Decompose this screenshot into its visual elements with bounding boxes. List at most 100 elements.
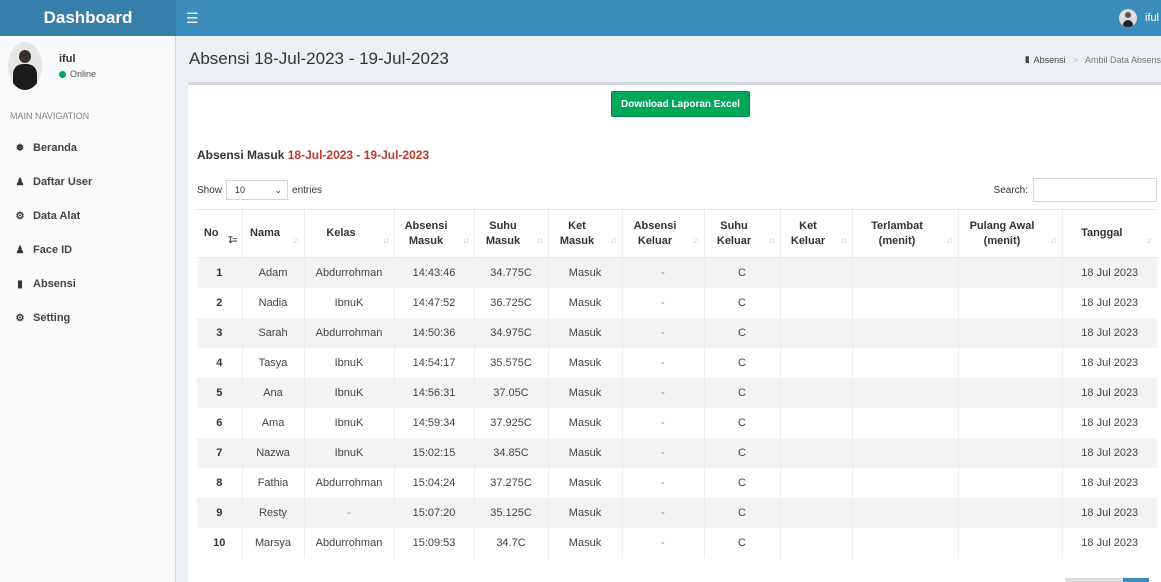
column-header-label: Masuk [559,234,595,247]
table-cell: Fathia [241,467,304,498]
table-cell [957,347,1062,378]
table-cell: 1 [197,257,242,288]
column-header[interactable]: Tanggal ↓↑ [1061,209,1157,258]
table-cell: 18 Jul 2023 [1061,257,1157,288]
status-text: Online [70,69,97,79]
sort-icon: ↓↑ [382,235,390,245]
entries-control: Show 10 ⌄ entries [197,180,322,200]
table-cell: Masuk [547,317,622,348]
table-cell: IbnuK [303,347,394,378]
table-cell [779,347,852,378]
table-cell [851,527,958,558]
page-title: Absensi 18-Jul-2023 - 19-Jul-2023 [189,49,449,68]
table-cell: Abdurrohman [303,317,394,348]
download-excel-button[interactable]: Download Laporan Excel [611,91,750,117]
nav-header: MAIN NAVIGATION [10,111,90,121]
table-cell: 18 Jul 2023 [1061,317,1157,348]
table-cell: Masuk [547,407,622,438]
pagination-current[interactable] [1123,578,1149,582]
table-cell: 35.125C [473,497,548,528]
table-cell: 14:43:46 [393,257,474,288]
column-header[interactable]: Absensi Keluar ↓↑ [621,209,704,258]
sidebar-item-daftar-user[interactable]: ♟ Daftar User [0,165,175,199]
table-cell: C [703,497,780,528]
table-cell [851,257,958,288]
sidebar-item-data-alat[interactable]: ⚙ Data Alat [0,199,175,233]
column-header[interactable]: Absensi Masuk ↓↑ [393,209,474,258]
search-control: Search: [994,178,1157,202]
table-row[interactable]: 4 Tasya IbnuK 14:54:17 35.575C Masuk - C 18 Jul … [197,347,1157,378]
breadcrumb-link[interactable]: Absensi [1034,55,1066,65]
sidebar-user-name: iful [59,53,76,65]
table-cell: 9 [197,497,242,528]
brand-logo[interactable]: Dashboard [0,0,176,36]
sidebar-item-setting[interactable]: ⚙ Setting [0,301,175,335]
avatar [8,42,42,90]
sidebar-item-label: Absensi [33,278,76,290]
sidebar-item-face-id[interactable]: ♟ Face ID [0,233,175,267]
table-cell: 6 [216,416,223,429]
column-header[interactable]: Ket Masuk ↓↑ [547,209,622,258]
content-box: Download Laporan Excel Absensi Masuk 18-… [188,82,1161,582]
column-header[interactable]: No ↧≡ [197,209,242,258]
pagination[interactable] [1065,578,1149,582]
column-header[interactable]: Terlambat (menit) ↓↑ [851,209,958,258]
table-cell: 18 Jul 2023 [1061,287,1157,318]
table-cell [957,437,1062,468]
table-cell [779,497,852,528]
hamburger-icon[interactable]: ☰ [186,10,199,27]
table-cell: 15:09:53 [393,527,474,558]
online-dot-icon [59,70,66,78]
column-header-label: Kelas [326,227,356,239]
table-row[interactable]: 5 Ana IbnuK 14:56:31 37.05C Masuk - C 18 Jul 202… [197,377,1157,408]
column-header[interactable]: Kelas ↓↑ [303,209,394,258]
table-cell: Tasya [241,347,304,378]
table-cell [851,407,958,438]
table-row[interactable]: 10 Marsya Abdurrohman 15:09:53 34.7C Masuk - C 1… [197,527,1157,558]
column-header[interactable]: Suhu Keluar ↓↑ [703,209,780,258]
column-header[interactable]: Pulang Awal (menit) ↓↑ [957,209,1062,258]
table-cell: IbnuK [303,287,394,318]
table-cell: - [621,437,704,468]
table-row[interactable]: 6 Ama IbnuK 14:59:34 37.925C Masuk - C 18 Jul 20… [197,407,1157,438]
table-cell: 18 Jul 2023 [1061,527,1157,558]
column-header[interactable]: Ket Keluar ↓↑ [779,209,852,258]
column-header-label: Masuk [485,234,521,247]
column-header-label: Masuk [408,234,444,247]
table-cell: Abdurrohman [303,527,394,558]
column-header-label: Keluar [790,234,826,247]
users-icon: ♟ [15,176,25,188]
search-input[interactable] [1033,178,1157,202]
table-cell: Masuk [547,347,622,378]
sort-icon: ↓↑ [946,235,954,245]
table-cell: 14:59:34 [393,407,474,438]
column-header[interactable]: Suhu Masuk ↓↑ [473,209,548,258]
table-row[interactable]: 2 Nadia IbnuK 14:47:52 36.725C Masuk - C 18 Jul … [197,287,1157,318]
table-cell: Masuk [547,257,622,288]
search-label: Search: [993,184,1028,196]
top-navbar: Dashboard ☰ iful [0,0,1161,36]
table-cell: C [703,257,780,288]
table-cell: 14:50:36 [393,317,474,348]
sidebar-item-beranda[interactable]: ❅ Beranda [0,131,175,165]
column-header-label: Absensi [404,219,448,232]
cogs-icon: ⚙ [15,210,25,222]
column-header-label: Nama [250,227,280,239]
table-row[interactable]: 7 Nazwa IbnuK 15:02:15 34.85C Masuk - C 18 Jul 2… [197,437,1157,468]
section-title-range: 18-Jul-2023 - 19-Jul-2023 [287,148,430,162]
table-cell: Marsya [241,527,304,558]
entries-select[interactable]: 10 ⌄ [226,180,289,200]
table-row[interactable]: 8 Fathia Abdurrohman 15:04:24 37.275C Masuk - C… [197,467,1157,498]
table-cell [779,407,852,438]
sidebar-item-absensi[interactable]: ▮ Absensi [0,267,175,301]
table-cell: Masuk [547,527,622,558]
table-cell: 34.975C [473,317,548,348]
sort-icon: ↓↑ [840,235,848,245]
column-header[interactable]: Nama ↓↑ [241,209,304,258]
user-menu[interactable]: iful [1118,0,1161,36]
table-row[interactable]: 9 Resty -15:07:20 35.125C Masuk - C 18 Jul 2023 [197,497,1157,528]
table-row[interactable]: 3 Sarah Abdurrohman 14:50:36 34.975C Masuk - C 1… [197,317,1157,348]
user-panel: iful Online [0,36,175,96]
table-row[interactable]: 1 Adam Abdurrohman 14:43:46 34.775C Masuk - C 18… [197,257,1157,288]
table-cell [957,407,1062,438]
